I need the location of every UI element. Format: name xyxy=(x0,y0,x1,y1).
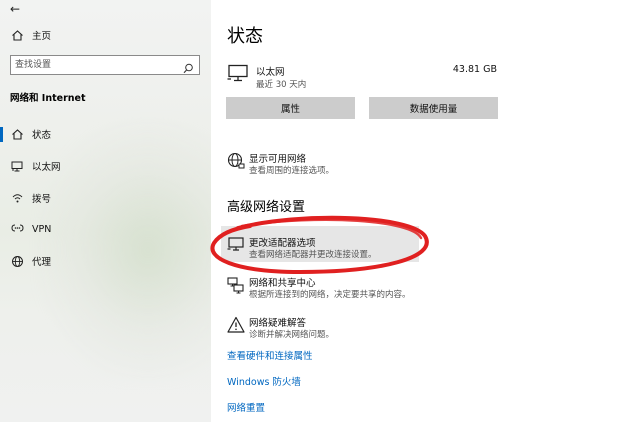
option-desc: 查看网络适配器并更改连接设置。 xyxy=(249,250,377,260)
search-input[interactable] xyxy=(11,57,176,73)
sidebar-item-ethernet[interactable]: 以太网 xyxy=(0,152,211,180)
option-title: 网络疑难解答 xyxy=(249,318,307,329)
ethernet-period: 最近 30 天内 xyxy=(256,80,307,90)
sidebar-item-status[interactable]: 状态 xyxy=(0,120,211,148)
ethernet-usage: 43.81 GB xyxy=(452,64,497,75)
option-title: 网络和共享中心 xyxy=(249,278,316,289)
dialup-icon xyxy=(10,191,24,205)
home-icon xyxy=(10,28,24,42)
adapter-monitor-icon xyxy=(227,236,245,254)
sidebar: ← 主页 网络和 Internet 状态 以太网 拨号 xyxy=(0,0,211,422)
option-title: 显示可用网络 xyxy=(249,154,307,165)
sidebar-item-label: 状态 xyxy=(32,130,52,141)
vpn-icon xyxy=(10,222,24,236)
sidebar-item-dialup[interactable]: 拨号 xyxy=(0,184,211,212)
option-title: 更改适配器选项 xyxy=(249,238,316,249)
windows-firewall-link[interactable]: Windows 防火墙 xyxy=(227,374,301,388)
sidebar-item-proxy[interactable]: 代理 xyxy=(0,247,211,275)
sharing-center-icon xyxy=(227,276,245,294)
back-arrow-icon[interactable]: ← xyxy=(10,2,20,16)
ethernet-name: 以太网 xyxy=(256,67,285,78)
option-desc: 根据所连接到的网络，决定要共享的内容。 xyxy=(249,290,411,300)
sidebar-item-label: 代理 xyxy=(32,257,52,268)
hardware-properties-link[interactable]: 查看硬件和连接属性 xyxy=(227,348,313,362)
sidebar-item-home[interactable]: 主页 xyxy=(0,21,211,49)
option-desc: 诊断并解决网络问题。 xyxy=(249,330,335,340)
change-adapter-options[interactable]: 更改适配器选项 查看网络适配器并更改连接设置。 xyxy=(227,235,617,265)
properties-button[interactable]: 属性 xyxy=(226,97,355,119)
ethernet-status: 以太网 最近 30 天内 43.81 GB xyxy=(227,62,607,92)
main-panel: 状态 以太网 最近 30 天内 43.81 GB 属性 数据使用量 显示可用网络… xyxy=(211,0,620,422)
network-globe-icon xyxy=(227,152,245,170)
advanced-settings-heading: 高级网络设置 xyxy=(227,200,306,215)
sidebar-item-label: 以太网 xyxy=(32,162,61,173)
data-usage-button[interactable]: 数据使用量 xyxy=(369,97,498,119)
option-desc: 查看周围的连接选项。 xyxy=(249,166,335,176)
ethernet-monitor-icon xyxy=(227,64,249,88)
warning-icon xyxy=(227,316,245,334)
search-box[interactable] xyxy=(10,55,200,75)
network-troubleshooter[interactable]: 网络疑难解答 诊断并解决网络问题。 xyxy=(227,315,617,345)
search-icon[interactable] xyxy=(183,59,194,78)
show-available-networks[interactable]: 显示可用网络 查看周围的连接选项。 xyxy=(227,151,617,181)
network-sharing-center[interactable]: 网络和共享中心 根据所连接到的网络，决定要共享的内容。 xyxy=(227,275,617,305)
sidebar-item-vpn[interactable]: VPN xyxy=(0,215,211,243)
home-status-icon xyxy=(10,127,24,141)
ethernet-icon xyxy=(10,159,24,173)
page-title: 状态 xyxy=(227,26,263,47)
network-reset-link[interactable]: 网络重置 xyxy=(227,400,265,414)
sidebar-item-label: 主页 xyxy=(32,31,52,42)
proxy-globe-icon xyxy=(10,254,24,268)
section-title: 网络和 Internet xyxy=(10,93,86,104)
sidebar-item-label: 拨号 xyxy=(32,194,52,205)
sidebar-item-label: VPN xyxy=(32,223,52,235)
